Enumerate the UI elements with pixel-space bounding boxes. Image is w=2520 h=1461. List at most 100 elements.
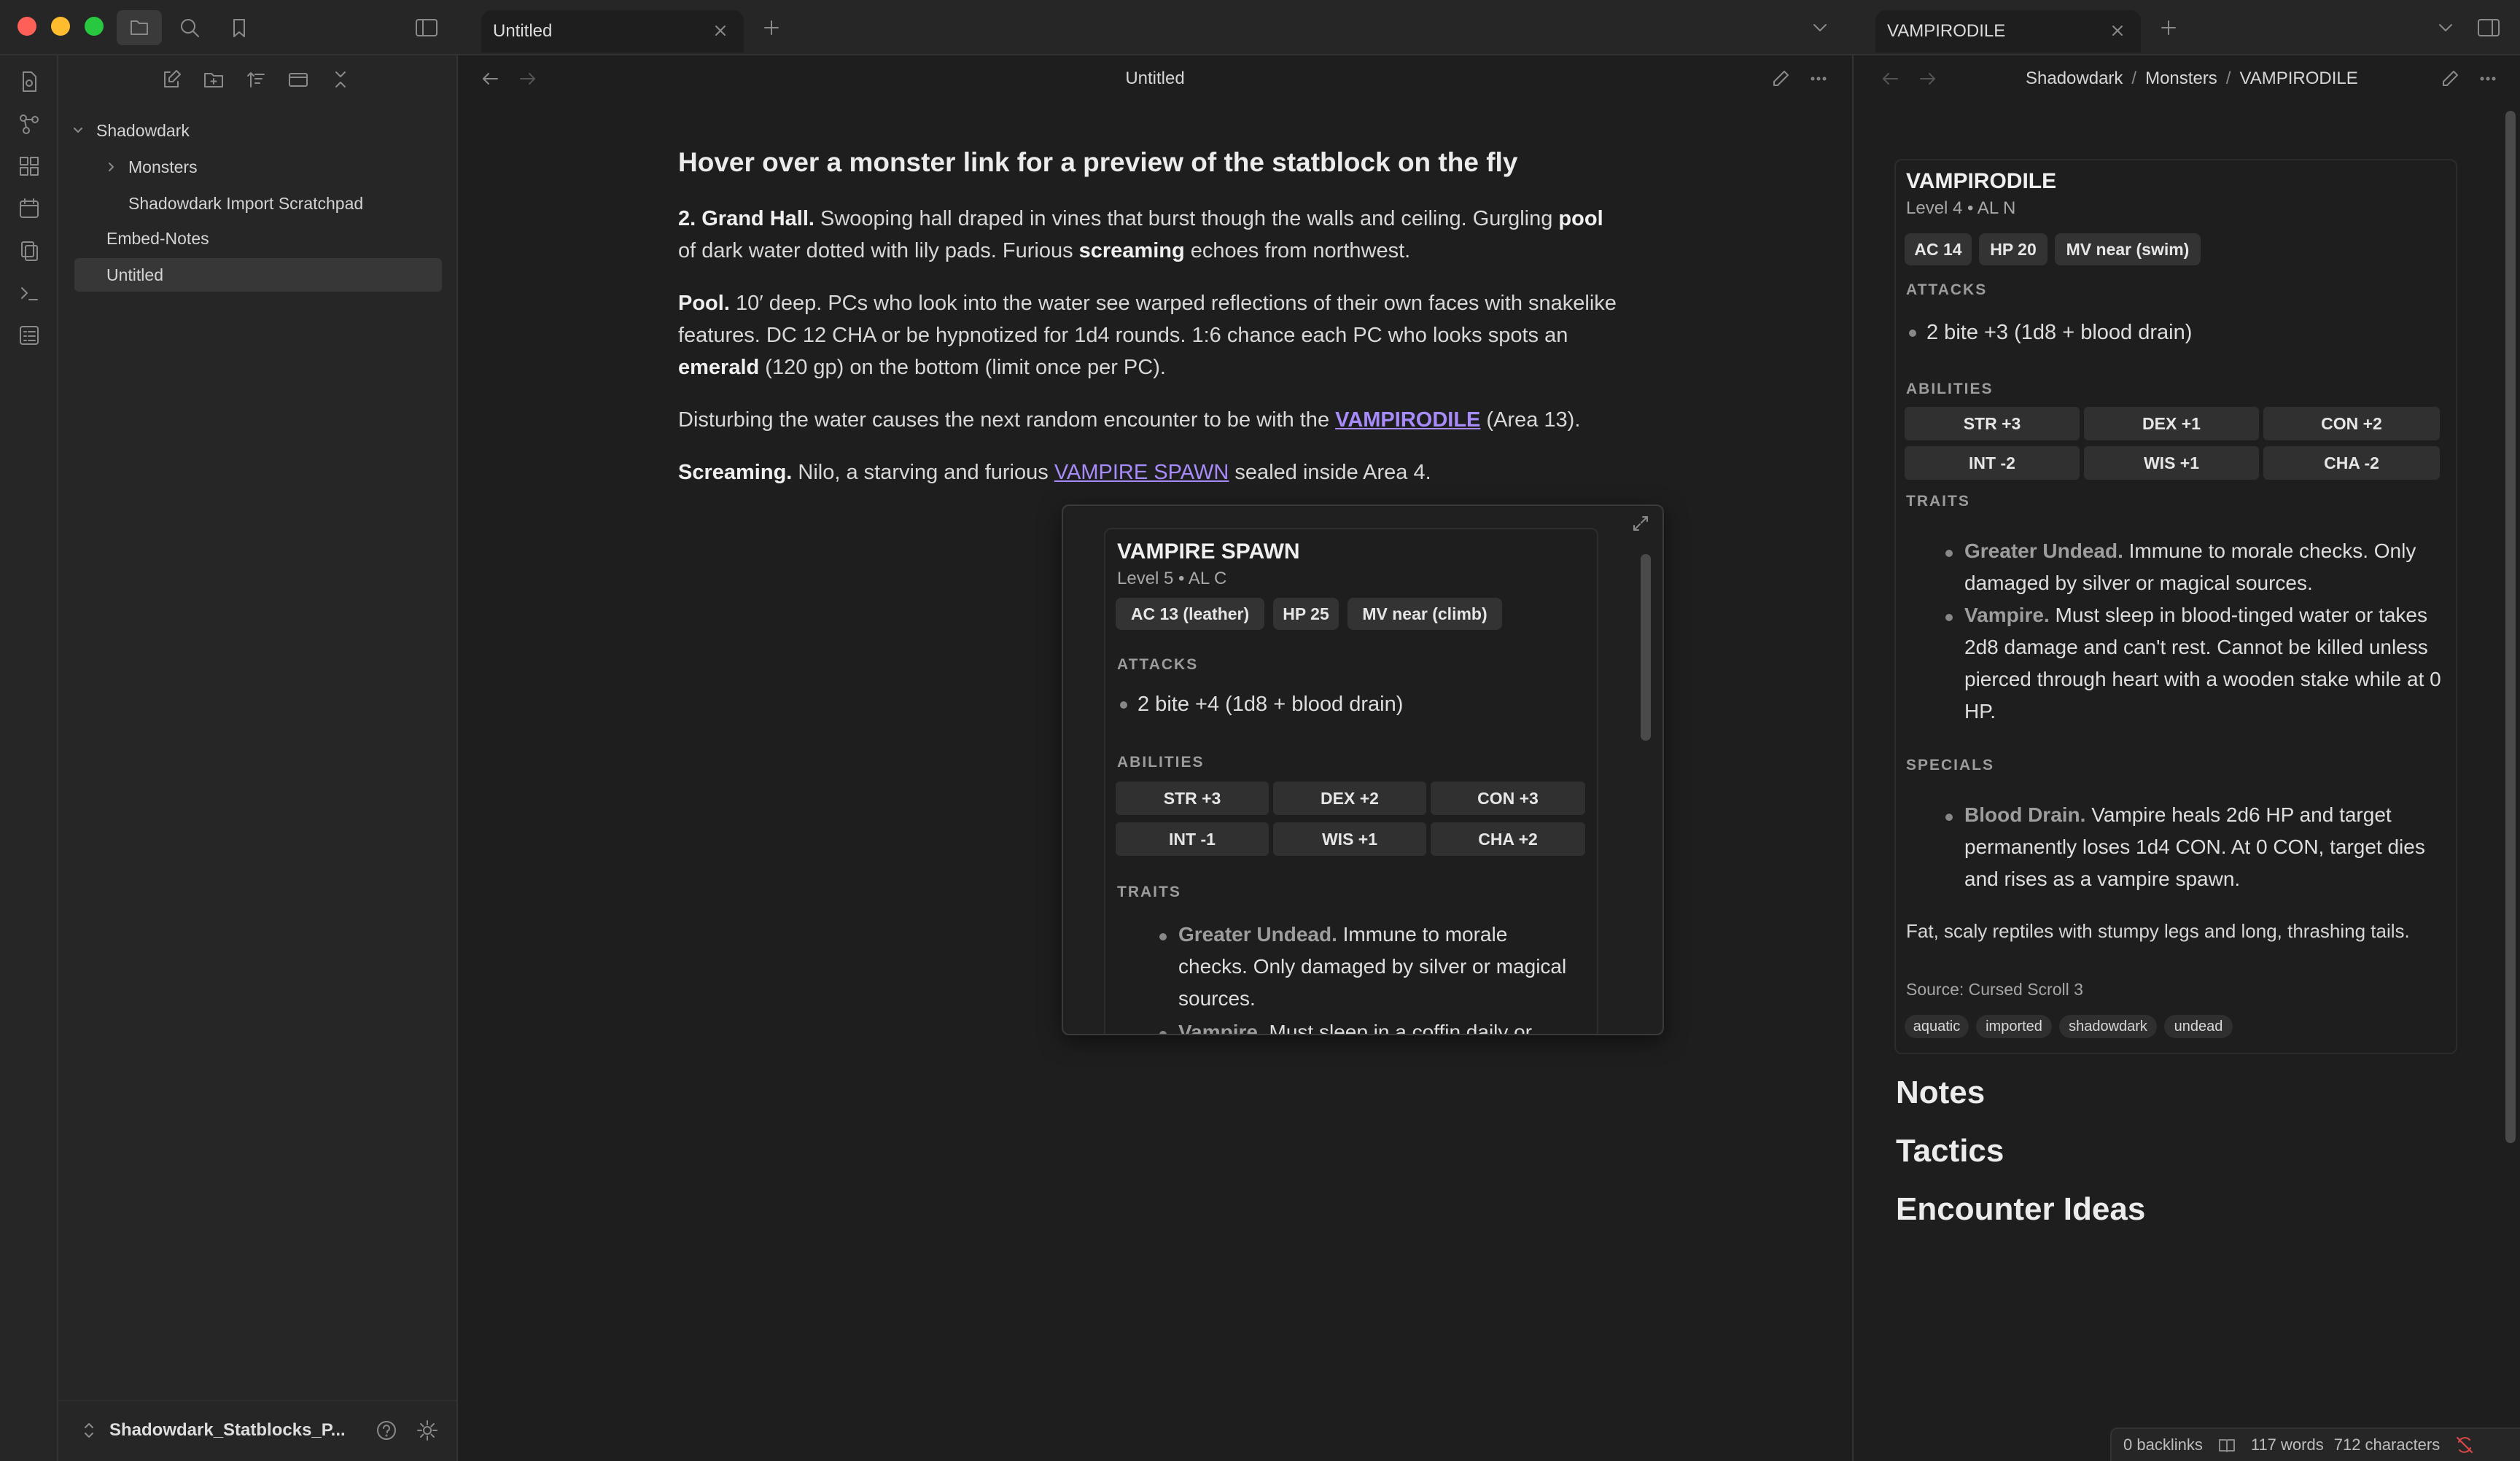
daily-note-icon[interactable]	[16, 195, 42, 222]
attack-line: 2 bite +3 (1d8 + blood drain)	[1926, 321, 2193, 344]
trait-name: Greater Undead.	[1964, 539, 2123, 562]
tag-shadowdark[interactable]: shadowdark	[2059, 1015, 2157, 1038]
section-label-traits: TRAITS	[1906, 493, 1970, 510]
tree-file-untitled[interactable]: Untitled	[74, 258, 442, 292]
tab-untitled[interactable]: Untitled	[481, 10, 744, 52]
command-palette-icon[interactable]	[16, 280, 42, 306]
trait-name: Greater Undead.	[1178, 923, 1337, 946]
monster-name: VAMPIRODILE	[1906, 169, 2057, 193]
tree-folder-monsters[interactable]: Monsters	[102, 150, 198, 184]
search-icon[interactable]	[176, 15, 203, 41]
close-window-button[interactable]	[18, 17, 36, 36]
character-count: 712 characters	[2333, 1435, 2441, 1454]
bookmark-icon[interactable]	[226, 15, 252, 41]
breadcrumb-item[interactable]: Monsters	[2145, 69, 2217, 89]
close-tab-icon[interactable]	[710, 20, 731, 41]
tree-file-embed-notes[interactable]: Embed-Notes	[106, 222, 209, 255]
statblock-card: VAMPIRE SPAWN Level 5 • AL C AC 13 (leat…	[1104, 528, 1598, 1034]
text: Disturbing the water causes the next ran…	[678, 408, 1336, 432]
stat-pill-mv: MV near (climb)	[1348, 598, 1502, 630]
vault-switcher[interactable]: Shadowdark_Statblocks_P...	[80, 1416, 346, 1445]
canvas-icon[interactable]	[16, 153, 42, 179]
scrollbar-thumb[interactable]	[1641, 554, 1651, 741]
back-arrow-icon[interactable]	[1877, 66, 1903, 92]
tag-imported[interactable]: imported	[1976, 1015, 2052, 1038]
breadcrumb-item[interactable]: VAMPIRODILE	[2239, 69, 2357, 89]
graph-view-icon[interactable]	[16, 111, 42, 137]
text: (120 gp) on the bottom (limit once per P…	[759, 356, 1166, 379]
sync-off-icon[interactable]	[2454, 1435, 2475, 1455]
ability-dex: DEX +2	[1273, 782, 1426, 815]
bullet	[1945, 614, 1953, 621]
heading-tactics: Tactics	[1896, 1133, 2004, 1169]
open-quick-switcher-icon[interactable]	[16, 69, 42, 95]
tree-label: Embed-Notes	[106, 228, 209, 248]
ability-wis: WIS +1	[2084, 446, 2259, 480]
settings-gear-icon[interactable]	[414, 1417, 440, 1444]
status-bar: 0 backlinks 117 words 712 characters	[2110, 1427, 2520, 1461]
tab-list-chevron-icon[interactable]	[1807, 15, 1833, 41]
ability-cha: CHA -2	[2263, 446, 2440, 480]
tab-list-chevron-icon[interactable]	[2432, 15, 2459, 41]
reading-mode-book-icon[interactable]	[2216, 1434, 2238, 1456]
tag-aquatic[interactable]: aquatic	[1905, 1015, 1969, 1038]
tag-undead[interactable]: undead	[2164, 1015, 2233, 1038]
new-tab-icon[interactable]	[2155, 15, 2182, 41]
trait-greater-undead: Greater Undead. Immune to morale checks.…	[1178, 919, 1572, 1015]
bold-text: Screaming.	[678, 461, 793, 484]
scrollbar-thumb[interactable]	[2505, 111, 2516, 1143]
tree-folder-shadowdark[interactable]: Shadowdark	[69, 114, 190, 147]
forward-arrow-icon[interactable]	[1915, 66, 1941, 92]
collapse-all-icon[interactable]	[328, 67, 353, 92]
stat-pill-ac: AC 13 (leather)	[1116, 598, 1264, 630]
edit-pencil-icon[interactable]	[1768, 66, 1794, 92]
right-sidebar-toggle-icon[interactable]	[2475, 15, 2502, 41]
help-icon[interactable]	[373, 1417, 400, 1444]
more-options-icon[interactable]	[2475, 66, 2501, 92]
text: echoes from northwest.	[1184, 239, 1411, 262]
bullet	[1159, 933, 1167, 940]
file-explorer-toggle[interactable]	[117, 10, 162, 45]
outline-icon[interactable]	[16, 322, 42, 348]
word-count: 117 words	[2250, 1435, 2324, 1454]
ability-con: CON +3	[1431, 782, 1585, 815]
link-vampirodile[interactable]: VAMPIRODILE	[1335, 408, 1480, 432]
text: sealed inside Area 4.	[1229, 461, 1431, 484]
expand-icon[interactable]	[1629, 512, 1652, 535]
new-tab-icon[interactable]	[758, 15, 785, 41]
backlinks-count[interactable]: 0 backlinks	[2123, 1435, 2203, 1454]
bold-text: 2. Grand Hall.	[678, 207, 814, 230]
maximize-window-button[interactable]	[85, 17, 104, 36]
edit-pencil-icon[interactable]	[2437, 66, 2463, 92]
new-note-icon[interactable]	[159, 67, 184, 92]
templates-icon[interactable]	[16, 238, 42, 264]
tree-file-import-scratchpad[interactable]: Shadowdark Import Scratchpad	[128, 187, 363, 220]
ability-int: INT -2	[1905, 446, 2080, 480]
sort-icon[interactable]	[244, 67, 268, 92]
hover-preview-popover[interactable]: VAMPIRE SPAWN Level 5 • AL C AC 13 (leat…	[1062, 504, 1664, 1035]
monster-level-alignment: Level 5 • AL C	[1117, 569, 1227, 588]
monster-name: VAMPIRE SPAWN	[1117, 539, 1300, 564]
tab-vampirodile[interactable]: VAMPIRODILE	[1875, 10, 2141, 52]
ability-dex: DEX +1	[2084, 407, 2259, 440]
vault-name: Shadowdark_Statblocks_P...	[109, 1420, 346, 1440]
breadcrumb-separator: /	[2131, 69, 2137, 88]
link-vampire-spawn[interactable]: VAMPIRE SPAWN	[1054, 461, 1229, 484]
chevron-updown-icon	[80, 1419, 98, 1441]
sidebar-toggle-icon[interactable]	[413, 15, 440, 41]
note-title[interactable]: Untitled	[458, 69, 1852, 89]
close-tab-icon[interactable]	[2107, 20, 2128, 41]
stat-pill-mv: MV near (swim)	[2055, 233, 2201, 265]
auto-reveal-icon[interactable]	[286, 67, 311, 92]
paragraph-pool: Pool. 10′ deep. PCs who look into the wa…	[678, 287, 1626, 383]
ability-int: INT -1	[1116, 822, 1269, 856]
section-label-attacks: ATTACKS	[1906, 281, 1988, 298]
new-folder-icon[interactable]	[201, 67, 226, 92]
heading-notes: Notes	[1896, 1075, 1986, 1110]
title-bar: Untitled VAMPIRODILE	[0, 0, 2520, 55]
more-options-icon[interactable]	[1805, 66, 1832, 92]
minimize-window-button[interactable]	[51, 17, 70, 36]
breadcrumb-item[interactable]: Shadowdark	[2026, 69, 2123, 89]
statblock-card: VAMPIRODILE Level 4 • AL N AC 14 HP 20 M…	[1894, 159, 2457, 1054]
section-label-abilities: ABILITIES	[1117, 754, 1205, 771]
